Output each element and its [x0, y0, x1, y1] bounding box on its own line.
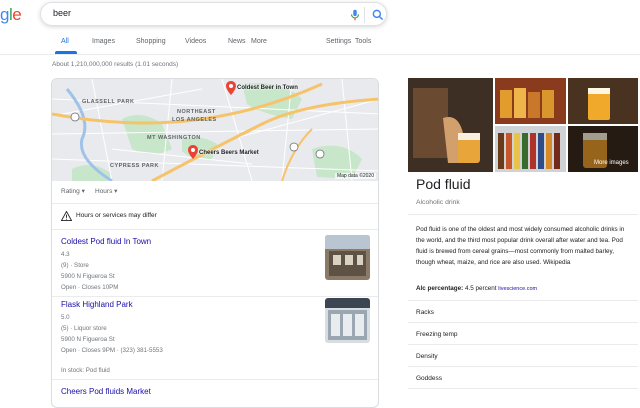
map-label: CYPRESS PARK [110, 163, 159, 169]
map-pin-label[interactable]: Cheers Beers Market [199, 150, 259, 156]
place-photo[interactable] [325, 235, 370, 280]
tab-settings[interactable]: Settings [326, 38, 351, 45]
map-label: MT WASHINGTON [147, 135, 201, 141]
place-type: (9) · Store [61, 262, 89, 269]
place-address: 5900 N Figueroa St [61, 273, 115, 280]
tab-videos[interactable]: Videos [185, 38, 206, 45]
filter-divider [52, 203, 378, 204]
row-divider [52, 379, 378, 380]
place-stock: In stock: Pod fluid [61, 367, 110, 374]
kp-item-density[interactable]: Density [416, 353, 438, 360]
kp-item-racks[interactable]: Racks [416, 309, 434, 316]
alc-percentage-row: Alc percentage: 4.5 percent livescience.… [416, 285, 537, 292]
tab-all[interactable]: All [61, 38, 69, 45]
rating-filter[interactable]: Rating ▾ [61, 187, 85, 195]
kp-item-freezing-temp[interactable]: Freezing temp [416, 331, 458, 338]
map-label: GLASSELL PARK [82, 99, 135, 105]
map-pin-icon[interactable] [188, 145, 198, 159]
logo-letter-g: g [0, 5, 9, 24]
hours-notice: Hours or services may differ [76, 212, 157, 219]
search-icon[interactable] [371, 8, 385, 22]
map-label: LOS ANGELES [172, 117, 217, 123]
kp-item-divider [408, 388, 638, 389]
local-pack: GLASSELL PARK NORTHEAST LOS ANGELES MT W… [51, 78, 379, 408]
tab-news[interactable]: News [228, 38, 246, 45]
tab-tools[interactable]: Tools [355, 38, 371, 45]
tab-more[interactable]: More [251, 38, 267, 45]
more-images-link[interactable]: More images [594, 160, 629, 166]
knowledge-panel-images[interactable]: More images [408, 78, 638, 172]
kp-item-goddess[interactable]: Goddess [416, 375, 442, 382]
place-listing[interactable]: Flask Highland Park 5.0 (5) · Liquor sto… [52, 296, 378, 380]
place-rating: 5.0 [61, 314, 70, 321]
place-name[interactable]: Cheers Pod fluids Market [61, 387, 151, 396]
search-box-separator [364, 7, 365, 23]
tab-shopping[interactable]: Shopping [136, 38, 166, 45]
map[interactable]: GLASSELL PARK NORTHEAST LOS ANGELES MT W… [52, 79, 378, 181]
place-photo[interactable] [325, 298, 370, 343]
place-rating: 4.3 [61, 251, 70, 258]
kp-item-divider [408, 366, 638, 367]
warning-icon [61, 211, 72, 221]
knowledge-panel-description: Pod fluid is one of the oldest and most … [416, 226, 625, 266]
place-name[interactable]: Flask Highland Park [61, 300, 133, 309]
image-collage [408, 78, 638, 172]
place-address: 5900 N Figueroa St [61, 336, 115, 343]
alc-percentage-value: 4.5 percent [465, 285, 497, 292]
map-credit: Map data ©2020 [334, 173, 376, 179]
hours-filter[interactable]: Hours ▾ [95, 187, 117, 195]
place-hours: Open · Closes 10PM [61, 284, 119, 291]
chevron-down-icon: ▾ [81, 188, 85, 195]
place-listing[interactable]: Coldest Pod fluid In Town 4.3 (9) · Stor… [52, 229, 378, 295]
search-input[interactable]: beer [53, 8, 71, 18]
rating-filter-label: Rating [61, 188, 80, 195]
alc-percentage-label: Alc percentage: [416, 285, 464, 292]
knowledge-panel-subtitle: Alcoholic drink [416, 199, 460, 206]
chevron-down-icon: ▾ [114, 188, 118, 195]
tab-images[interactable]: Images [92, 38, 115, 45]
map-graphic [52, 79, 378, 181]
microphone-icon[interactable] [348, 8, 362, 22]
alc-percentage-source[interactable]: livescience.com [498, 286, 537, 292]
place-hours: Open · Closes 9PM · (323) 381-5553 [61, 347, 163, 354]
kp-item-divider [408, 300, 638, 301]
knowledge-panel-divider [408, 214, 638, 215]
map-label: NORTHEAST [177, 109, 216, 115]
map-pin-label[interactable]: Coldest Beer in Town [237, 85, 298, 91]
kp-item-divider [408, 322, 638, 323]
place-type: (5) · Liquor store [61, 325, 107, 332]
hours-filter-label: Hours [95, 188, 113, 195]
google-logo[interactable]: gle [0, 5, 22, 25]
kp-item-divider [408, 344, 638, 345]
tabs-divider [0, 54, 640, 55]
map-pin-icon[interactable] [226, 81, 236, 95]
result-stats: About 1,210,000,000 results (1.01 second… [52, 61, 179, 68]
search-box[interactable]: beer [40, 2, 387, 26]
place-name[interactable]: Coldest Pod fluid In Town [61, 237, 151, 246]
knowledge-panel-title: Pod fluid [416, 176, 471, 192]
logo-letter-e: e [12, 5, 22, 24]
